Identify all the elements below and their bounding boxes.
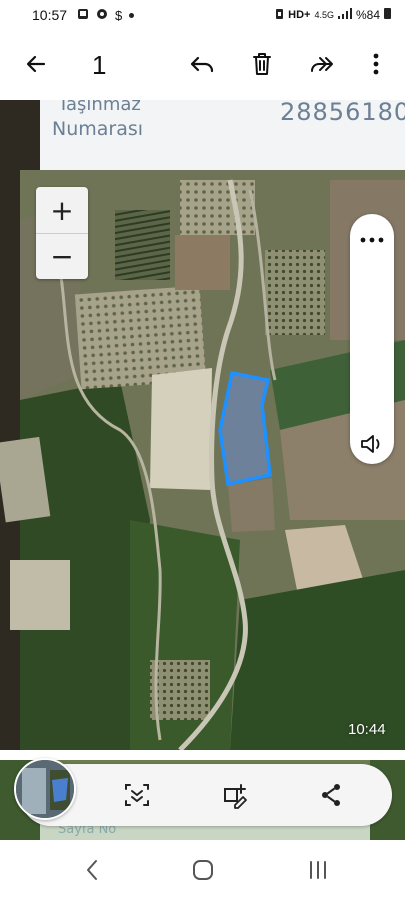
network-type: 4.5G [314,9,334,20]
map-zoom-out-button: − [36,233,88,279]
forward-icon[interactable] [306,48,338,80]
status-icons-left: $ [77,7,135,23]
dollar-icon: $ [115,7,123,23]
top-app-bar: 1 [0,38,405,90]
battery-percent: %84 [355,8,380,22]
bottom-toolbar [20,764,392,826]
system-nav-bar [0,840,405,900]
nav-back-icon[interactable] [72,854,112,886]
back-arrow-icon[interactable] [20,48,52,80]
more-vert-icon[interactable] [360,48,392,80]
image-counter: 1 [92,50,107,80]
nav-home-icon[interactable] [183,854,223,886]
more-horiz-icon[interactable] [350,222,394,258]
share-icon[interactable] [313,777,349,813]
battery-icon [384,8,391,22]
video-time-label: 10:44 [348,721,386,738]
photo-icon [77,8,89,23]
battery-saver-icon [275,8,284,23]
map-zoom-control: + − [36,187,88,279]
doc-header-line2: Numarası [52,118,144,140]
network-label: HD+ [288,9,311,21]
scan-text-icon[interactable] [119,777,155,813]
status-icons-right: HD+ 4.5G %84 [275,8,391,23]
edit-crop-icon[interactable] [218,777,254,813]
parcel-highlight [218,370,272,487]
doc-header-number: 28856180 [280,100,405,126]
map-zoom-in-button: + [50,193,74,227]
nav-recents-icon[interactable] [298,854,338,886]
chrome-icon [96,8,108,23]
reply-icon[interactable] [186,48,218,80]
signal-icon [337,8,352,22]
screen: 10:57 $ HD+ 4.5G %84 1 Taşınmaz Numarası… [0,0,405,900]
thumbnail-button[interactable] [14,758,76,820]
status-bar: 10:57 $ HD+ 4.5G %84 [0,0,405,30]
dot-icon [129,9,135,21]
doc-header-line1: Taşınmaz [58,100,141,115]
trash-icon[interactable] [246,48,278,80]
side-controls [350,214,394,464]
volume-icon[interactable] [350,426,394,462]
status-time: 10:57 [32,7,68,23]
